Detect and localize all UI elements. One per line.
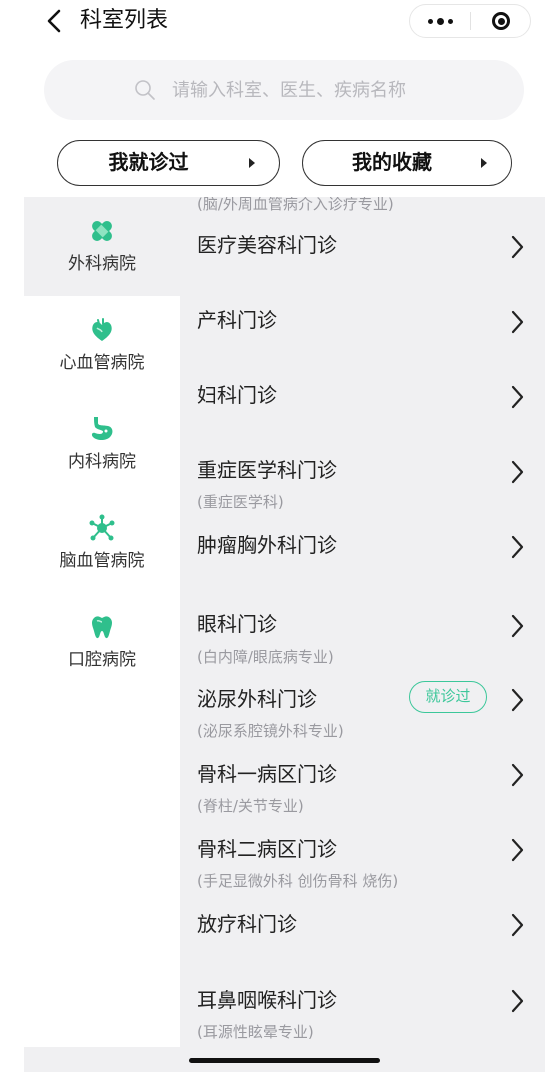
department-sub: (耳源性眩晕专业) (197, 1023, 314, 1041)
neuron-icon (89, 514, 115, 541)
visited-badge: 就诊过 (409, 681, 487, 713)
department-name: 重症医学科门诊 (197, 458, 337, 482)
my-favorites-button[interactable]: 我的收藏 (302, 140, 512, 186)
triangle-right-icon (481, 158, 487, 168)
department-name: 放疗科门诊 (197, 912, 297, 936)
tooth-icon (91, 616, 113, 639)
target-dot (497, 17, 505, 25)
chevron-right-icon (511, 614, 524, 638)
list-item[interactable]: 骨科一病区门诊 (脊柱/关节专业) (180, 757, 545, 832)
list-item[interactable]: 医疗美容科门诊 (180, 227, 545, 302)
sidebar-item-cerebrovascular[interactable]: 脑血管病院 (24, 494, 180, 593)
my-favorites-label: 我的收藏 (352, 150, 432, 174)
department-name: 耳鼻咽喉科门诊 (197, 988, 337, 1012)
list-item[interactable]: 产科门诊 (180, 302, 545, 377)
stomach-icon (91, 417, 113, 440)
sidebar-item-label: 外科病院 (68, 254, 136, 274)
sidebar-item-surgery[interactable]: 外科病院 (24, 197, 180, 296)
visited-departments-button[interactable]: 我就诊过 (57, 140, 280, 186)
list-item[interactable]: 耳鼻咽喉科门诊 (耳源性眩晕专业) (180, 982, 545, 1047)
sidebar-item-label: 脑血管病院 (59, 551, 145, 571)
close-button[interactable] (471, 5, 531, 37)
home-indicator[interactable] (189, 1058, 380, 1063)
list-item[interactable]: 骨科二病区门诊 (手足显微外科 创伤骨科 烧伤) (180, 832, 545, 907)
chevron-left-icon (47, 9, 61, 33)
search-input[interactable] (170, 78, 434, 102)
page-title: 科室列表 (80, 8, 169, 33)
department-sub: (白内障/眼底病专业) (197, 648, 334, 666)
target-circle-icon (492, 12, 510, 30)
chevron-right-icon (511, 460, 524, 484)
list-item[interactable]: 重症医学科门诊 (重症医学科) (180, 452, 545, 527)
department-name: 医疗美容科门诊 (197, 233, 337, 257)
chevron-right-icon (511, 535, 524, 559)
triangle-right-icon (249, 158, 255, 168)
department-name: 肿瘤胸外科门诊 (197, 533, 337, 557)
list-item[interactable]: 眼科门诊 (白内障/眼底病专业) (180, 602, 545, 677)
department-name: 妇科门诊 (197, 383, 277, 407)
visited-departments-label: 我就诊过 (108, 150, 189, 174)
sidebar-item-stomatology[interactable]: 口腔病院 (24, 593, 180, 692)
department-list: (脑/外周血管病介入诊疗专业) 医疗美容科门诊 产科门诊 妇科门诊 重症医学科门… (180, 197, 545, 1047)
department-name: 产科门诊 (197, 308, 277, 332)
search-bar[interactable] (44, 60, 524, 120)
department-sub: (手足显微外科 创伤骨科 烧伤) (197, 872, 399, 890)
chevron-right-icon (511, 310, 524, 334)
chevron-right-icon (511, 989, 524, 1013)
bandage-icon (92, 221, 112, 241)
department-name: 骨科一病区门诊 (197, 762, 337, 786)
search-icon (135, 80, 155, 100)
department-name: 泌尿外科门诊 (197, 687, 317, 711)
more-dot-right (447, 18, 453, 24)
department-list-page: 科室列表 我就诊过 我的收藏 (0, 0, 545, 1072)
chevron-right-icon (511, 838, 524, 862)
department-sub: (重症医学科) (197, 493, 284, 511)
sidebar-item-label: 内科病院 (68, 452, 136, 472)
chevron-right-icon (511, 235, 524, 259)
mini-program-capsule (409, 4, 531, 38)
list-item[interactable]: 肿瘤胸外科门诊 (180, 527, 545, 602)
list-item[interactable]: 放疗科门诊 (180, 907, 545, 982)
sidebar-item-cardiovascular[interactable]: 心血管病院 (24, 296, 180, 395)
department-sub: (泌尿系腔镜外科专业) (197, 722, 344, 740)
chevron-right-icon (511, 385, 524, 409)
sidebar-item-label: 口腔病院 (68, 650, 136, 670)
sidebar-item-label: 心血管病院 (59, 353, 145, 373)
chevron-right-icon (511, 913, 524, 937)
back-button[interactable] (40, 6, 70, 36)
list-item-partial-sub: (脑/外周血管病介入诊疗专业) (197, 197, 394, 213)
list-item[interactable]: 妇科门诊 (180, 377, 545, 452)
hospital-category-sidebar: 外科病院 心血管病院 内科病院 脑血管病院 口腔病院 (24, 197, 180, 1047)
department-name: 眼科门诊 (197, 612, 277, 636)
chevron-right-icon (511, 763, 524, 787)
heart-icon (92, 318, 112, 341)
list-item[interactable]: 泌尿外科门诊 就诊过 (泌尿系腔镜外科专业) (180, 681, 545, 757)
more-dots-icon (427, 18, 433, 24)
sidebar-item-internal-medicine[interactable]: 内科病院 (24, 395, 180, 494)
chevron-right-icon (511, 688, 524, 712)
more-button[interactable] (410, 5, 470, 37)
top-nav-bar: 科室列表 (0, 0, 545, 44)
department-sub: (脊柱/关节专业) (197, 797, 304, 815)
department-name: 骨科二病区门诊 (197, 837, 337, 861)
more-dot-center (436, 17, 444, 25)
